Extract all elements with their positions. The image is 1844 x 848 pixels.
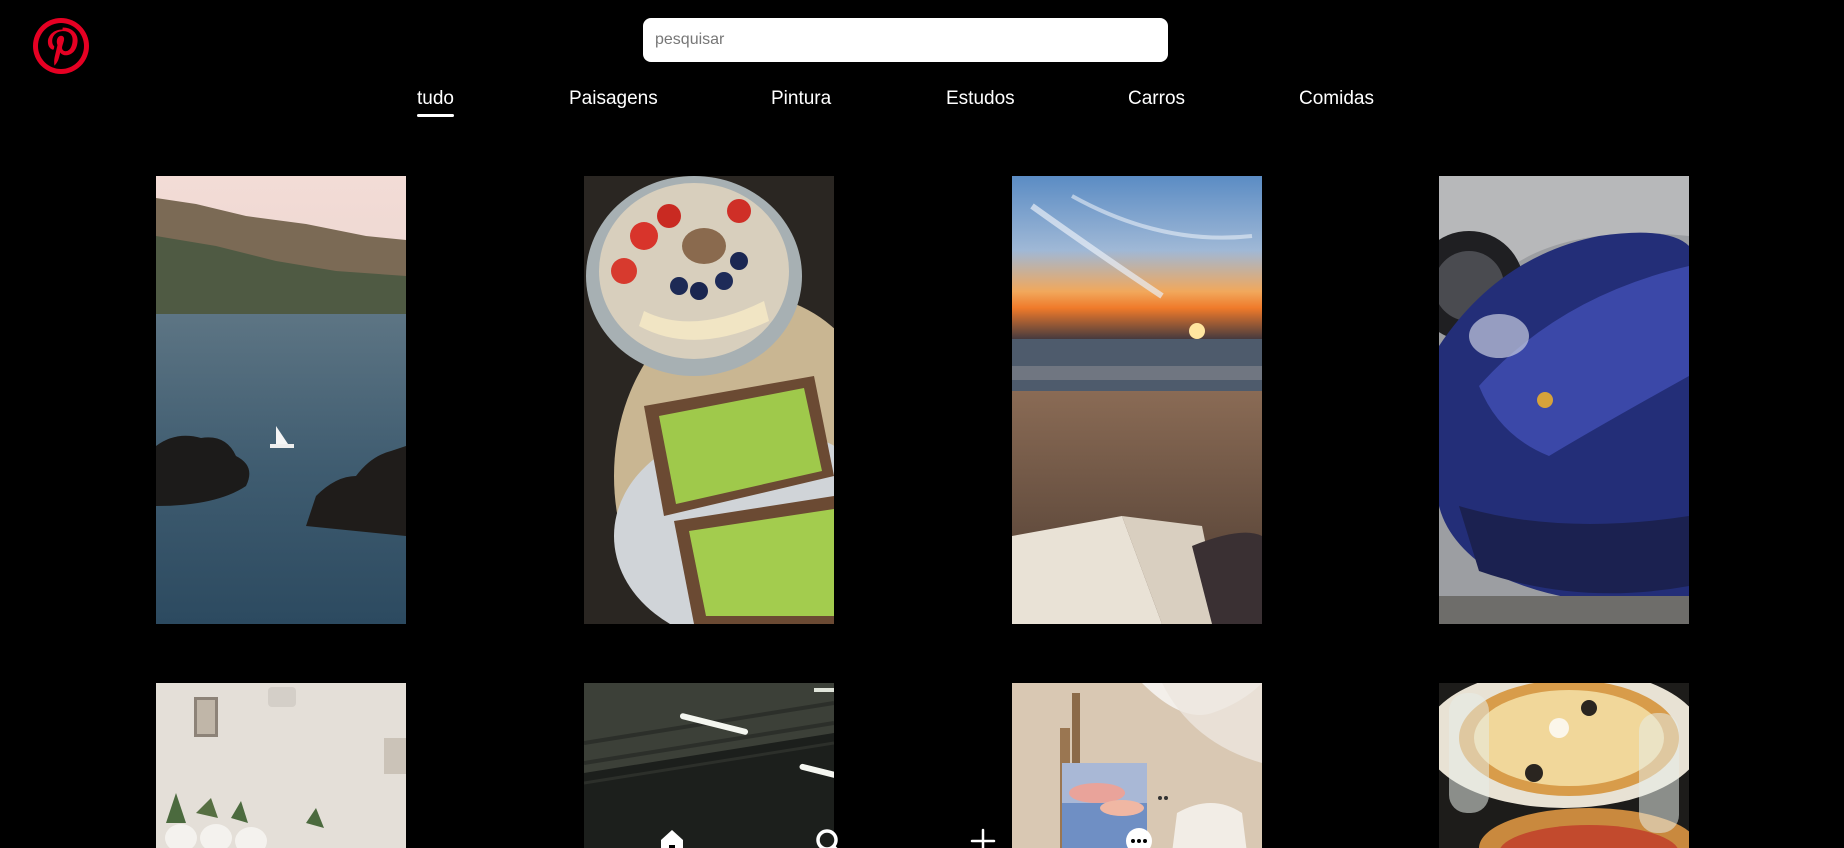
pin-card[interactable] <box>1012 176 1262 624</box>
bottom-nav <box>0 820 1844 848</box>
pin-card[interactable] <box>584 176 834 624</box>
pinterest-page: tudo Paisagens Pintura Estudos Carros Co… <box>0 0 1844 848</box>
search-input[interactable] <box>643 18 1168 62</box>
fruit-bowl-avocado-toast-photo <box>584 176 834 624</box>
blue-sports-car-photo <box>1439 176 1689 624</box>
search-bar <box>643 18 1168 62</box>
category-tab-paisagens[interactable]: Paisagens <box>569 86 658 112</box>
category-tab-comidas[interactable]: Comidas <box>1299 86 1374 112</box>
category-tab-tudo[interactable]: tudo <box>417 86 454 117</box>
home-icon[interactable] <box>657 826 687 848</box>
pinterest-logo-icon[interactable] <box>32 17 90 75</box>
category-tab-estudos[interactable]: Estudos <box>946 86 1015 112</box>
search-icon[interactable] <box>813 826 843 848</box>
chat-bubble-icon[interactable] <box>1124 826 1154 848</box>
plus-icon[interactable] <box>968 826 998 848</box>
category-tab-carros[interactable]: Carros <box>1128 86 1185 112</box>
beach-sunset-book-photo <box>1012 176 1262 624</box>
category-tab-pintura[interactable]: Pintura <box>771 86 831 112</box>
category-nav: tudo Paisagens Pintura Estudos Carros Co… <box>0 86 1844 117</box>
pin-card[interactable] <box>156 176 406 624</box>
cliff-bay-sailboat-photo <box>156 176 406 624</box>
pin-card[interactable] <box>1439 176 1689 624</box>
